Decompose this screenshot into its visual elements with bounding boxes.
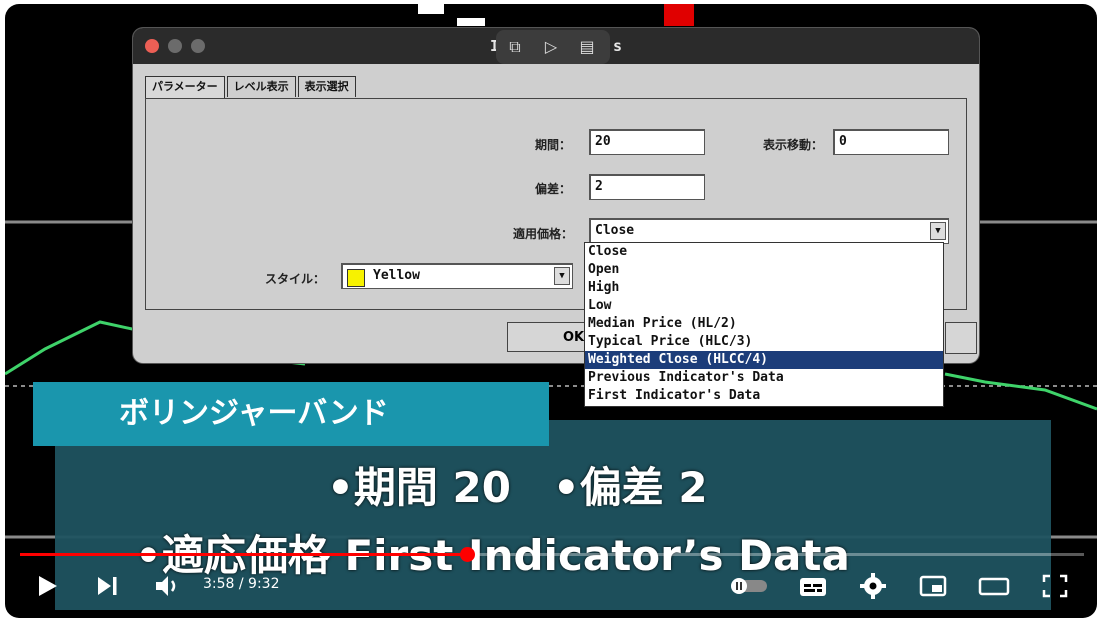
ok-label: OK — [563, 330, 585, 345]
play-sparkle-icon[interactable]: ▷ — [542, 38, 560, 56]
style-value: Yellow — [373, 268, 420, 283]
bollinger-band-tag: ボリンジャーバンド — [33, 382, 549, 446]
play-icon[interactable] — [35, 570, 61, 602]
option-high[interactable]: High — [585, 279, 943, 297]
apply-price-label: 適用価格： — [512, 227, 573, 241]
time-display: 3:58 / 9:32 — [203, 576, 280, 592]
shift-label: 表示移動： — [762, 138, 823, 152]
progress-played — [20, 553, 467, 556]
subtitles-icon[interactable] — [797, 570, 829, 602]
option-weighted-close[interactable]: Weighted Close (HLCC/4) — [585, 351, 943, 369]
miniplayer-icon[interactable] — [917, 570, 949, 602]
tab-parameters[interactable]: パラメーター — [145, 76, 225, 99]
period-label: 期間： — [534, 138, 571, 152]
reset-button[interactable] — [945, 322, 977, 354]
option-previous-indicator-data[interactable]: Previous Indicator's Data — [585, 369, 943, 387]
apply-price-value: Close — [595, 223, 635, 238]
deviation-input[interactable]: 2 — [589, 174, 705, 200]
picture-in-picture-icon[interactable]: ⧉ — [506, 38, 524, 56]
video-player[interactable]: I ⧉ ▷ ▤ s パラメーター レベル表示 表示選択 期間： 20 表示移動：… — [5, 4, 1097, 618]
fullscreen-icon[interactable] — [1039, 570, 1071, 602]
shift-input[interactable]: 0 — [833, 129, 949, 155]
document-sparkle-icon[interactable]: ▤ — [578, 38, 596, 56]
option-median-price[interactable]: Median Price (HL/2) — [585, 315, 943, 333]
next-icon[interactable] — [95, 570, 121, 602]
progress-bar[interactable] — [20, 547, 1084, 562]
tab-display-selection[interactable]: 表示選択 — [297, 76, 356, 97]
color-swatch — [347, 269, 365, 287]
option-typical-price[interactable]: Typical Price (HLC/3) — [585, 333, 943, 351]
option-first-indicator-data[interactable]: First Indicator's Data — [585, 387, 943, 405]
period-input[interactable]: 20 — [589, 129, 705, 155]
theater-mode-icon[interactable] — [977, 570, 1011, 602]
deviation-label: 偏差： — [534, 182, 571, 196]
screen-capture-overlay: ⧉ ▷ ▤ — [496, 30, 610, 64]
maximize-window-button[interactable] — [191, 39, 205, 53]
period-deviation-caption: •期間 20 •偏差 2 — [327, 463, 708, 512]
option-close[interactable]: Close — [585, 243, 943, 261]
style-select[interactable]: Yellow ▼ — [341, 263, 573, 289]
progress-scrubber[interactable] — [459, 547, 475, 562]
option-low[interactable]: Low — [585, 297, 943, 315]
apply-price-select[interactable]: Close ▼ — [589, 218, 949, 244]
minimize-window-button[interactable] — [168, 39, 182, 53]
close-window-button[interactable] — [145, 39, 159, 53]
apply-price-dropdown-list: Close Open High Low Median Price (HL/2) … — [584, 242, 944, 407]
dialog-title-fragment-right: s — [613, 37, 623, 55]
chevron-down-icon[interactable]: ▼ — [930, 222, 946, 240]
settings-gear-icon[interactable] — [857, 570, 889, 602]
volume-icon[interactable] — [153, 570, 183, 602]
option-open[interactable]: Open — [585, 261, 943, 279]
chevron-down-icon[interactable]: ▼ — [554, 267, 570, 285]
dialog-titlebar: I ⧉ ▷ ▤ s — [133, 28, 979, 64]
tab-level-display[interactable]: レベル表示 — [226, 76, 296, 97]
autoplay-toggle-icon[interactable] — [727, 570, 771, 602]
dialog-tabs: パラメーター レベル表示 表示選択 — [145, 76, 358, 99]
style-label: スタイル： — [264, 272, 325, 286]
